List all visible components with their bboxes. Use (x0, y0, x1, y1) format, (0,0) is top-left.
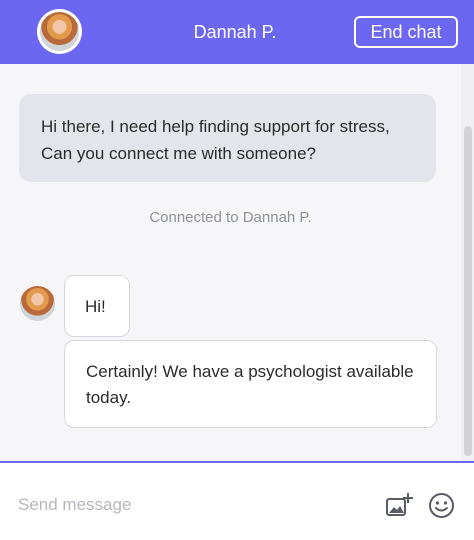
agent-photo-small (20, 286, 55, 321)
chat-header: Dannah P. End chat (0, 0, 474, 64)
message-list-scrollbar[interactable] (461, 64, 474, 462)
user-message-bubble: Hi there, I need help finding support fo… (19, 94, 436, 182)
emoji-icon[interactable] (428, 492, 455, 519)
add-image-icon-glyph (386, 493, 413, 516)
agent-message-avatar (20, 286, 55, 321)
agent-avatar[interactable] (37, 9, 82, 54)
add-image-icon[interactable] (385, 492, 413, 518)
agent-message-bubble: Hi! (64, 275, 130, 337)
system-message: Connected to Dannah P. (149, 209, 312, 226)
emoji-icon-glyph (429, 493, 454, 518)
agent-photo (40, 12, 79, 51)
chat-title: Dannah P. (193, 22, 277, 42)
message-composer (0, 463, 474, 540)
message-input[interactable] (18, 491, 358, 519)
agent-message-bubble: Certainly! We have a psychologist availa… (64, 340, 437, 428)
scrollbar-thumb[interactable] (464, 126, 472, 456)
end-chat-button[interactable]: End chat (354, 16, 458, 48)
